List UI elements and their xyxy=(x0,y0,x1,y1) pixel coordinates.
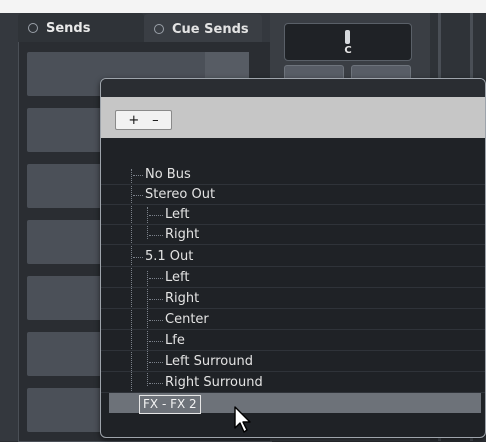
pan-control[interactable]: C xyxy=(284,23,412,61)
tab-sends[interactable]: Sends xyxy=(18,13,144,43)
tree-item-stereo-out[interactable]: Stereo Out xyxy=(101,185,485,205)
tree-item-no-bus[interactable]: No Bus xyxy=(101,165,485,185)
tree-item-fx-label: FX - FX 2 xyxy=(139,395,201,414)
tab-sends-label: Sends xyxy=(46,20,91,36)
tree-item-surround-right[interactable]: Right xyxy=(101,289,485,309)
tree-item-lfe[interactable]: Lfe xyxy=(101,331,485,351)
tree-item-center[interactable]: Center xyxy=(101,310,485,330)
tree-item-5-1-out[interactable]: 5.1 Out xyxy=(101,247,485,267)
radio-icon xyxy=(28,23,38,33)
tree-item-stereo-right[interactable]: Right xyxy=(101,225,485,245)
expand-collapse-buttons: + – xyxy=(115,110,172,130)
radio-icon xyxy=(154,24,164,34)
tree-item-right-surround[interactable]: Right Surround xyxy=(101,373,485,393)
tree-item-left-surround[interactable]: Left Surround xyxy=(101,352,485,372)
popup-header xyxy=(101,79,485,97)
popup-toolbar: + – xyxy=(101,97,485,138)
expand-all-button[interactable]: + xyxy=(128,113,139,128)
tree-item-stereo-left[interactable]: Left xyxy=(101,205,485,225)
collapse-all-button[interactable]: – xyxy=(152,113,159,128)
tab-cue-sends-label: Cue Sends xyxy=(172,21,249,37)
tree-item-surround-left[interactable]: Left xyxy=(101,268,485,288)
pan-label: C xyxy=(344,45,352,56)
mouse-pointer-icon xyxy=(234,406,251,433)
pan-indicator xyxy=(345,30,350,44)
output-routing-popup: + – No Bus Stereo Out Left Right 5.1 Out… xyxy=(100,78,486,438)
top-strip xyxy=(0,0,486,13)
tab-cue-sends[interactable]: Cue Sends xyxy=(144,14,262,44)
